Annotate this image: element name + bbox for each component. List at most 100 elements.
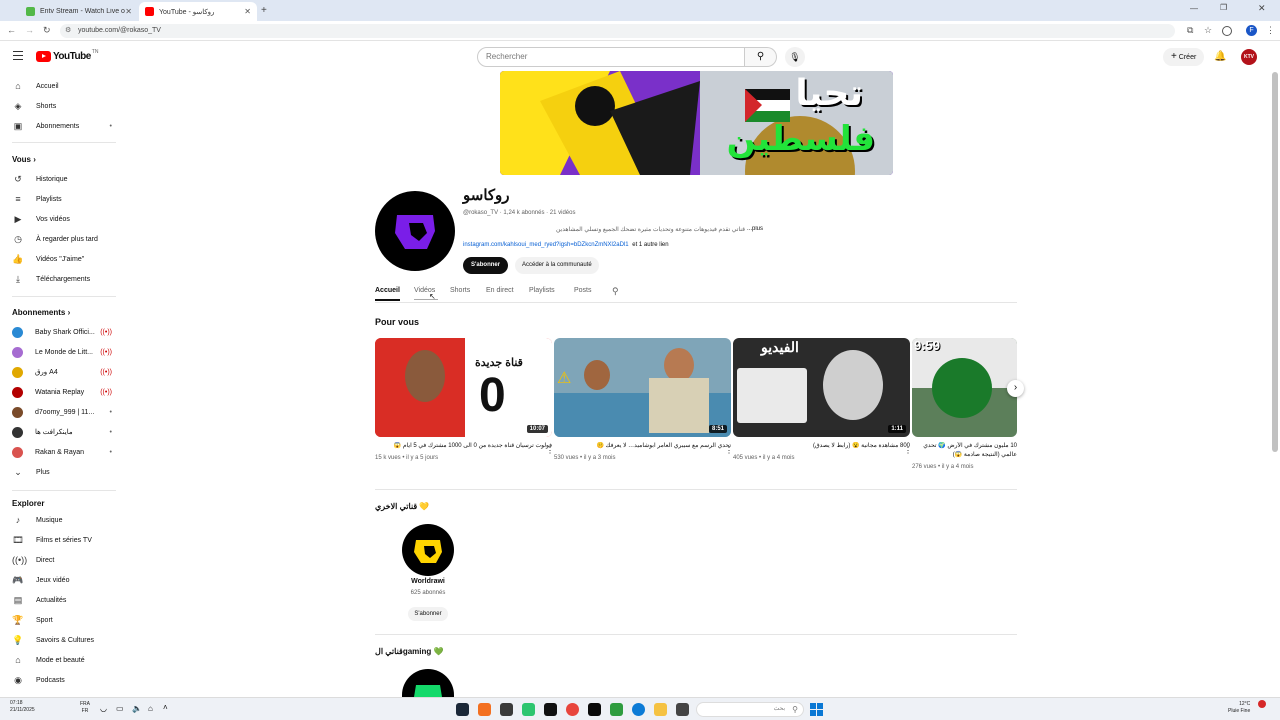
browser-tab-entv[interactable]: Entv Stream - Watch Live on Ki ✕ [20, 2, 138, 21]
sidebar-item-music[interactable]: ♪ Musique [12, 512, 112, 528]
tray-expand-icon[interactable]: ˄ [163, 703, 168, 712]
reload-icon[interactable]: ↻ [43, 25, 51, 36]
you-heading[interactable]: Vous › [12, 155, 36, 164]
vlc-icon[interactable] [478, 703, 491, 716]
video-menu-icon[interactable]: ⋮ [725, 446, 733, 455]
sidebar-sub-channel[interactable]: Le Monde de Litt... ((•)) [12, 344, 112, 360]
channel-link-more[interactable]: et 1 autre lien [632, 242, 668, 248]
profile-icon[interactable]: F [1246, 25, 1257, 36]
sidebar-item-learning[interactable]: 💡 Savoirs & Cultures [12, 632, 112, 648]
featured-channel-avatar[interactable] [402, 524, 454, 576]
youtube-logo[interactable]: YouTube TN [36, 49, 98, 62]
video-thumbnail[interactable]: الفيديو 1:11 [733, 338, 910, 437]
page-scrollbar[interactable] [1272, 72, 1278, 452]
subscriptions-heading[interactable]: Abonnements › [12, 308, 70, 317]
language-indicator[interactable]: FRA FR [80, 701, 90, 715]
video-card[interactable]: ⚠ 8:51 تحدي الرسم مع سيبري العامر ابوشام… [554, 338, 733, 461]
capcut-icon[interactable] [544, 703, 557, 716]
steam-icon[interactable] [456, 703, 469, 716]
extensions-icon[interactable] [1222, 26, 1232, 36]
video-thumbnail[interactable]: 9:59 [912, 338, 1017, 437]
description-more[interactable]: ...plus [747, 226, 763, 233]
hamburger-menu-icon[interactable] [13, 51, 23, 60]
whatsapp-icon[interactable] [522, 703, 535, 716]
sidebar-item-shorts[interactable]: ◈ Shorts [12, 98, 112, 114]
chrome-icon[interactable] [566, 703, 579, 716]
search-button[interactable]: ⚲ [745, 47, 777, 67]
video-card[interactable]: قناة جديدة 0 10:07 فولوت ترسيان قناة جدي… [375, 338, 554, 461]
sidebar-sub-channel[interactable]: ورق A4 ((•)) [12, 364, 112, 380]
sidebar-item-subscriptions[interactable]: ▣ Abonnements • [12, 118, 112, 134]
channel-link[interactable]: instagram.com/kahlsoui_med_ryed?igsh=bDZ… [463, 242, 629, 248]
bookmark-star-icon[interactable]: ☆ [1204, 25, 1212, 36]
tab-live[interactable]: En direct [486, 287, 514, 294]
sidebar-sub-channel[interactable]: Baby Shark Offici... ((•)) [12, 324, 112, 340]
channel-search-icon[interactable]: ⚲ [612, 286, 619, 297]
minimize-icon[interactable]: — [1190, 4, 1198, 13]
sidebar-item-podcasts[interactable]: ◉ Podcasts [12, 672, 112, 688]
search-input[interactable]: Rechercher [477, 47, 745, 67]
file-explorer-icon[interactable] [654, 703, 667, 716]
video-title[interactable]: 800 مشاهدة مجانية 😮 (رابط لا يصدق) [733, 442, 910, 449]
community-button[interactable]: Accéder à la communauté [515, 257, 599, 274]
forward-icon[interactable]: → [25, 25, 34, 35]
app-icon[interactable] [588, 703, 601, 716]
tab-playlists[interactable]: Playlists [529, 287, 555, 294]
volume-icon[interactable]: 🔈 [132, 704, 142, 713]
video-card[interactable]: الفيديو 1:11 800 مشاهدة مجانية 😮 (رابط ل… [733, 338, 912, 461]
site-info-icon[interactable]: ⚙ [65, 24, 71, 38]
carousel-next-button[interactable]: › [1007, 380, 1024, 397]
weather-widget[interactable]: 12°C Pluie Fine [1228, 701, 1250, 715]
sidebar-item-history[interactable]: ↺ Historique [12, 171, 112, 187]
video-menu-icon[interactable]: ⋮ [546, 446, 554, 455]
tab-posts[interactable]: Posts [574, 287, 592, 294]
edge-icon[interactable] [632, 703, 645, 716]
url-field[interactable]: ⚙ youtube.com/@rokaso_TV [60, 24, 1175, 38]
video-title[interactable]: فولوت ترسيان قناة جديدة من 0 الى 1000 مش… [375, 442, 552, 449]
featured-subscribe-button[interactable]: S'abonner [408, 607, 448, 621]
close-window-icon[interactable]: ✕ [1258, 3, 1266, 14]
windows-start-icon[interactable] [810, 703, 823, 716]
video-title[interactable]: 10 مليون مشترك في الأرض 🌍 تحدي عالمي (ال… [912, 442, 1017, 460]
video-thumbnail[interactable]: ⚠ 8:51 [554, 338, 731, 437]
wifi-icon[interactable]: ◡ [100, 704, 107, 713]
inkscape-icon[interactable] [500, 703, 513, 716]
video-title[interactable]: تحدي الرسم مع سيبري العامر ابوشاميد… لا … [554, 442, 731, 449]
close-tab-icon[interactable]: ✕ [125, 7, 132, 16]
sidebar-item-fashion[interactable]: ⌂ Mode et beauté [12, 652, 112, 668]
network-icon[interactable]: ⌂ [148, 704, 153, 713]
video-thumbnail[interactable]: قناة جديدة 0 10:07 [375, 338, 552, 437]
browser-menu-icon[interactable]: ⋮ [1266, 25, 1275, 36]
sidebar-item-downloads[interactable]: ⤓ Téléchargements [12, 271, 112, 287]
sidebar-item-your-videos[interactable]: ▶ Vos vidéos [12, 211, 112, 227]
app-icon[interactable] [676, 703, 689, 716]
sidebar-item-news[interactable]: ▤ Actualités [12, 592, 112, 608]
sidebar-item-liked-videos[interactable]: 👍 Vidéos "J'aime" [12, 251, 112, 267]
taskbar-clock[interactable]: 07:18 21/11/2025 [10, 700, 35, 714]
tab-home[interactable]: Accueil [375, 287, 400, 294]
voice-search-button[interactable]: 🎙 [785, 47, 805, 67]
channel-description-row[interactable]: قناتي تقدم فيديوهات متنوعة وتحديات مثيرة… [463, 226, 763, 233]
maximize-icon[interactable]: ❐ [1220, 3, 1227, 12]
battery-icon[interactable]: ▭ [116, 704, 124, 713]
account-avatar[interactable]: KTV [1241, 49, 1257, 65]
subscribe-button[interactable]: S'abonner [463, 257, 509, 274]
sidebar-sub-channel[interactable]: ماينكرافت ها • [12, 424, 112, 440]
video-card[interactable]: 9:59 10 مليون مشترك في الأرض 🌍 تحدي عالم… [912, 338, 1017, 470]
featured-channel-name[interactable]: Worldrawi [400, 578, 456, 585]
sidebar-item-home[interactable]: ⌂ Accueil [12, 78, 112, 94]
new-tab-icon[interactable]: + [261, 5, 267, 16]
sidebar-item-watch-later[interactable]: ◷ À regarder plus tard [12, 231, 112, 247]
browser-tab-youtube[interactable]: YouTube - روكاسو ✕ [139, 2, 257, 21]
sidebar-show-more[interactable]: ⌄ Plus [12, 464, 112, 480]
tab-shorts[interactable]: Shorts [450, 287, 470, 294]
create-button[interactable]: + Créer [1163, 48, 1205, 66]
app-icon[interactable] [610, 703, 623, 716]
sidebar-sub-channel[interactable]: d7oomy_999 | 11... • [12, 404, 112, 420]
gaming-channel-avatar[interactable] [402, 669, 454, 697]
sidebar-item-playlists[interactable]: ≡ Playlists [12, 191, 112, 207]
notifications-bell-icon[interactable]: 🔔 [1214, 51, 1226, 62]
back-icon[interactable]: ← [7, 25, 16, 35]
sidebar-item-films[interactable]: 🎞 Films et séries TV [12, 532, 112, 548]
taskbar-search-input[interactable]: بحث ⚲ [696, 702, 804, 717]
